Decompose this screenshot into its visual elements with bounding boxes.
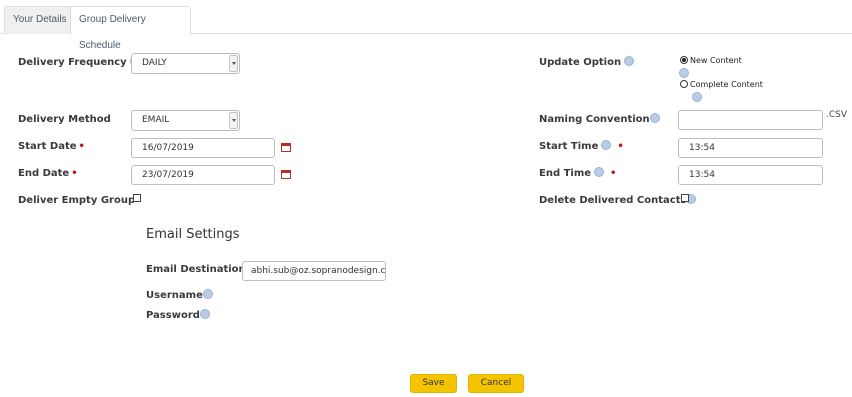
required-marker: • [71, 168, 78, 179]
naming-convention-label-text: Naming Convention [539, 114, 650, 125]
required-marker: • [78, 141, 85, 152]
delivery-frequency-value: DAILY [142, 58, 167, 68]
start-date-label: Start Date • [18, 141, 85, 152]
help-icon[interactable] [679, 68, 689, 79]
calendar-icon[interactable] [281, 143, 291, 152]
tab-your-details[interactable]: Your Details [4, 6, 76, 34]
tab-group-delivery-schedule[interactable]: Group Delivery Schedule [70, 6, 191, 51]
calendar-icon[interactable] [281, 170, 291, 179]
required-marker: • [610, 168, 617, 179]
new-content-radio[interactable] [680, 56, 688, 64]
chevron-down-icon [229, 55, 238, 72]
email-destination-label-text: Email Destination [146, 264, 246, 275]
chevron-down-icon [229, 112, 238, 129]
deliver-empty-group-checkbox[interactable] [133, 194, 141, 202]
delete-delivered-contacts-label-text: Delete Delivered Contacts [539, 195, 687, 206]
start-date-input[interactable]: 16/07/2019 [131, 138, 275, 158]
delete-delivered-contacts-label: Delete Delivered Contacts [539, 194, 697, 206]
delivery-method-label: Delivery Method [18, 114, 111, 125]
delivery-frequency-select[interactable]: DAILY [131, 53, 240, 74]
email-destination-input[interactable]: abhi.sub@oz.sopranodesign.co [242, 261, 386, 281]
password-label-text: Password [146, 310, 200, 321]
naming-convention-label: Naming Convention [539, 113, 660, 125]
email-destination-label: Email Destination• [146, 264, 254, 275]
end-date-label-text: End Date [18, 168, 70, 179]
help-icon[interactable] [691, 92, 702, 103]
end-date-label: End Date • [18, 168, 78, 179]
password-label: Password [146, 309, 210, 321]
end-date-input[interactable]: 23/07/2019 [131, 165, 275, 185]
help-icon[interactable] [649, 113, 660, 123]
username-label: Username [146, 289, 213, 301]
help-icon[interactable] [601, 140, 612, 150]
delivery-method-select[interactable]: EMAIL [131, 110, 240, 131]
delivery-frequency-label-text: Delivery Frequency [18, 57, 127, 68]
naming-convention-input[interactable] [678, 110, 823, 130]
email-settings-title: Email Settings [146, 227, 240, 242]
start-time-input[interactable]: 13:54 [678, 138, 823, 158]
deliver-empty-group-label: Deliver Empty Group [18, 195, 136, 206]
required-marker: • [617, 141, 624, 152]
new-content-label: New Content [690, 56, 742, 65]
help-icon[interactable] [202, 289, 213, 299]
help-icon[interactable] [199, 309, 210, 319]
start-time-label: Start Time • [539, 140, 624, 152]
end-time-input[interactable]: 13:54 [678, 165, 823, 185]
delivery-frequency-label: Delivery Frequency [18, 56, 140, 68]
update-option-label-text: Update Option [539, 57, 622, 68]
end-time-label-text: End Time [539, 168, 592, 179]
start-date-label-text: Start Date [18, 141, 77, 152]
tab-bar: Your Details Group Delivery Schedule [0, 0, 852, 51]
complete-content-radio[interactable] [680, 80, 688, 88]
update-option-label: Update Option [539, 56, 635, 68]
cancel-button[interactable]: Cancel [468, 374, 524, 393]
help-icon[interactable] [594, 167, 605, 177]
delete-delivered-contacts-checkbox[interactable] [681, 194, 689, 202]
help-icon[interactable] [624, 56, 635, 66]
username-label-text: Username [146, 290, 203, 301]
complete-content-label: Complete Content [690, 80, 763, 89]
start-time-label-text: Start Time [539, 141, 599, 152]
save-button[interactable]: Save [410, 374, 457, 393]
csv-suffix: .CSV [826, 110, 848, 120]
end-time-label: End Time • [539, 167, 617, 179]
delivery-method-value: EMAIL [142, 115, 170, 125]
